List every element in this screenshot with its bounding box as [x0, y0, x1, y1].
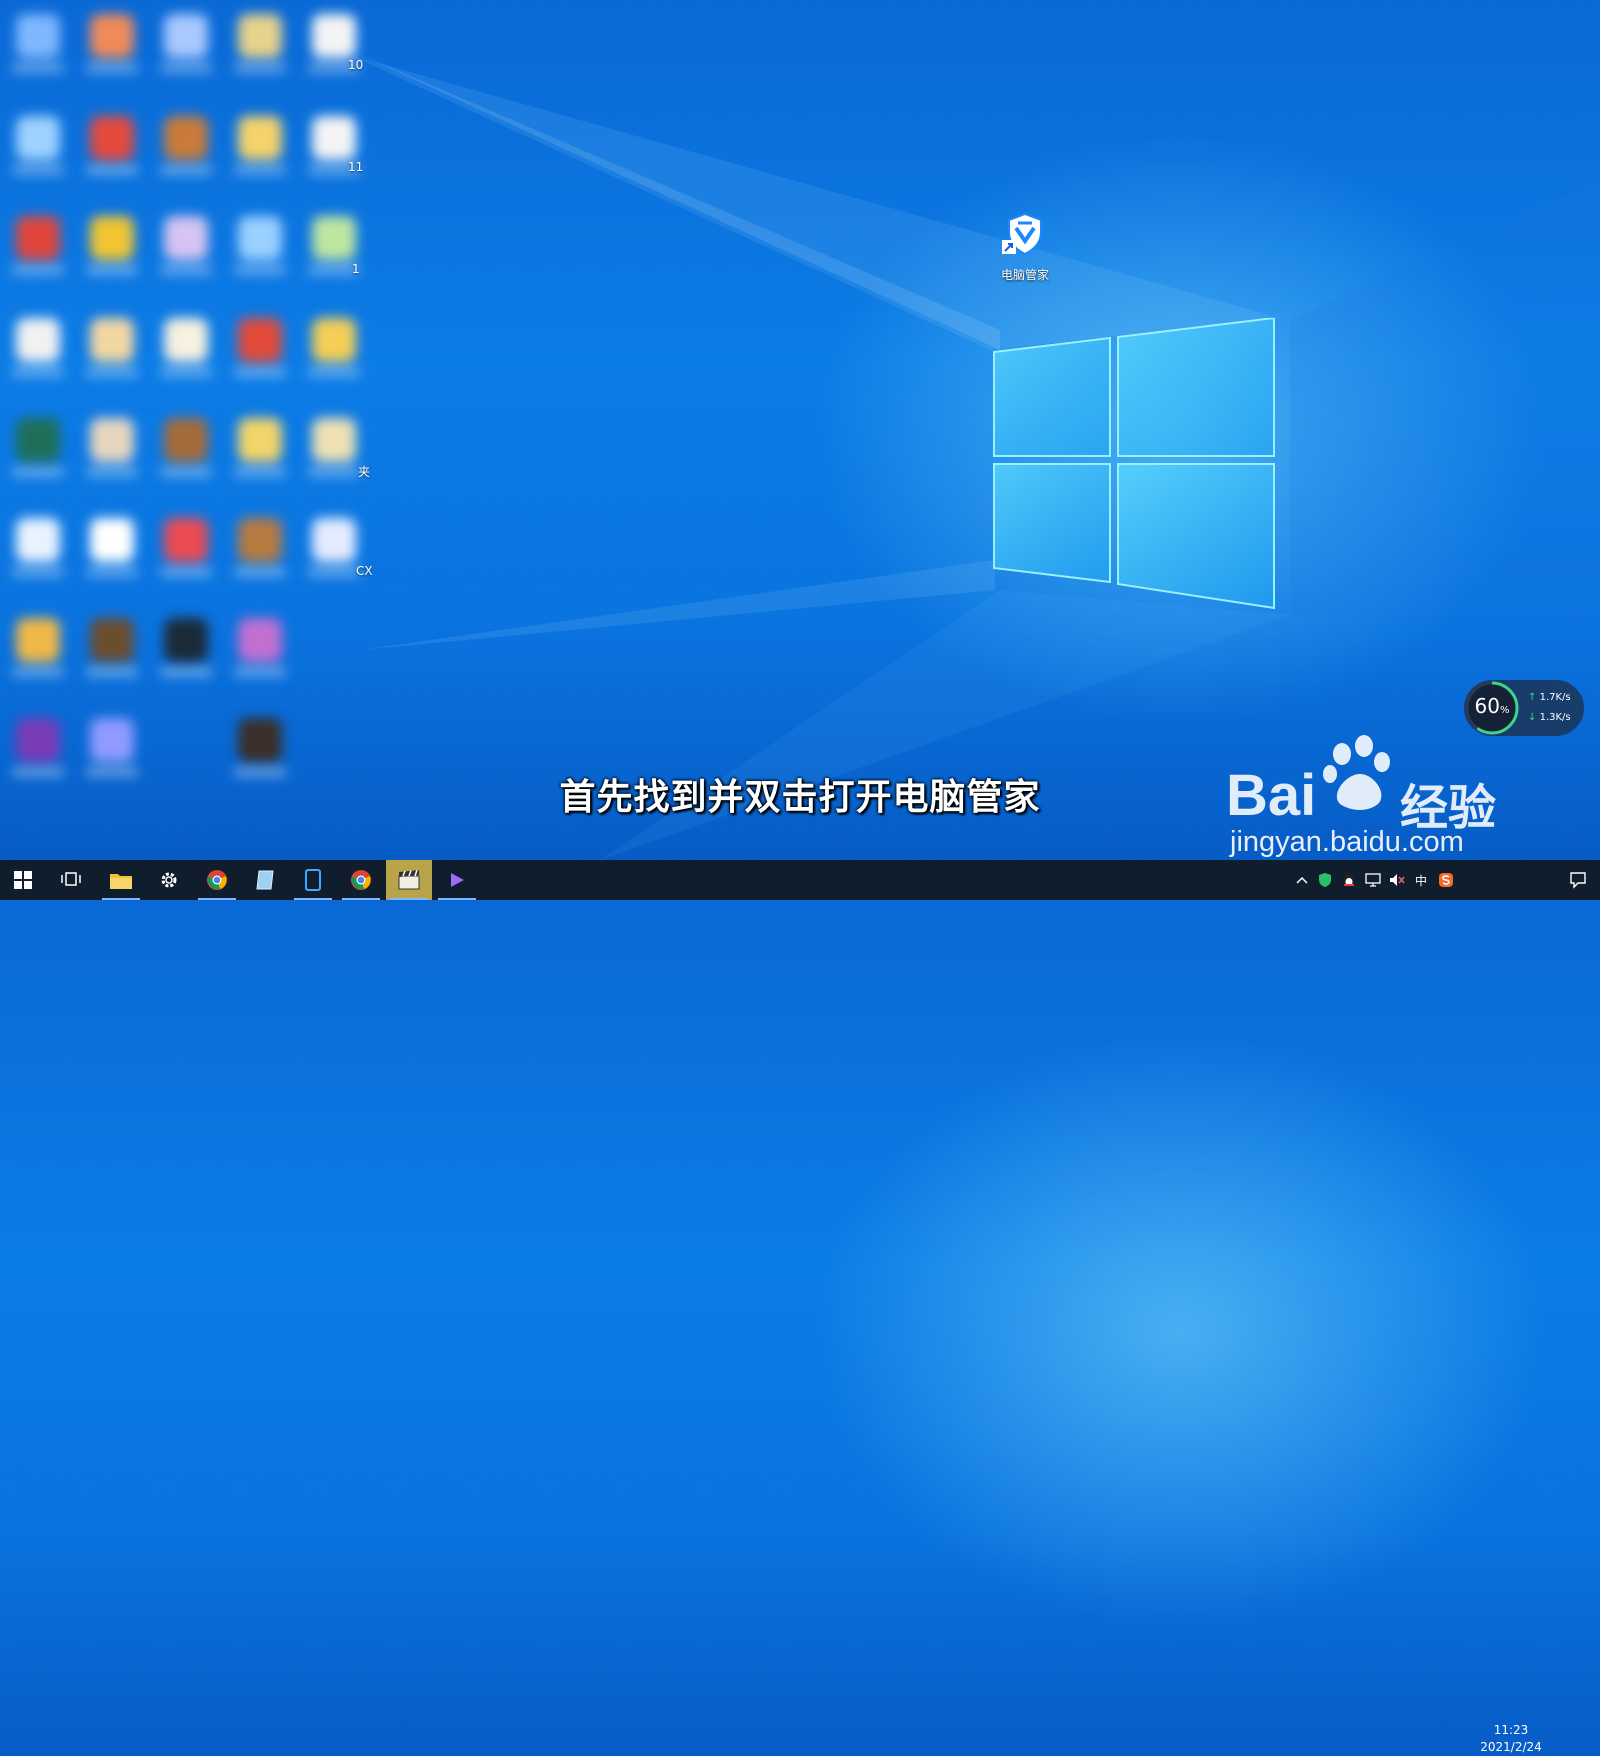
taskbar-file-explorer[interactable]: [98, 860, 144, 900]
media-player-icon: [451, 873, 464, 887]
desktop-icon[interactable]: [156, 210, 216, 290]
desktop-icon-label: 10: [348, 58, 364, 72]
desktop-icon[interactable]: [8, 110, 68, 190]
volume-muted-icon: [1390, 874, 1405, 886]
desktop-icon[interactable]: [156, 312, 216, 392]
desktop-icon[interactable]: [8, 8, 68, 88]
desktop-icon-label: 11: [348, 160, 364, 174]
baidu-paw-logo: [1323, 735, 1390, 810]
desktop-icon[interactable]: [230, 512, 290, 592]
notes-icon: [256, 870, 274, 890]
desktop-icon[interactable]: [8, 612, 68, 692]
desktop-icon[interactable]: [156, 412, 216, 492]
phone-icon: [305, 869, 321, 891]
desktop-icon[interactable]: [304, 312, 364, 392]
chevron-up-icon: [1296, 876, 1308, 884]
desktop-icon[interactable]: [304, 8, 364, 88]
start-button[interactable]: [0, 860, 46, 900]
desktop-icon[interactable]: [82, 210, 142, 290]
desktop-icon[interactable]: [82, 412, 142, 492]
desktop-icon[interactable]: [230, 8, 290, 88]
chrome-icon: [351, 870, 371, 890]
shortcut-label: 电脑管家: [1000, 268, 1049, 282]
download-speed: ↓ 1.3K/s: [1528, 712, 1571, 723]
desktop-icon[interactable]: [82, 612, 142, 692]
desktop-icon[interactable]: [304, 110, 364, 190]
chrome-icon: [207, 870, 227, 890]
tray-volume[interactable]: [1386, 860, 1408, 900]
baidu-jingyan-watermark: Bai 经验 jingyan.baidu.com: [1226, 734, 1516, 862]
clock-time: 11:23: [1493, 1723, 1529, 1737]
taskbar-notes[interactable]: [242, 860, 288, 900]
memory-usage-percent: 60%: [1474, 694, 1510, 718]
desktop-icon[interactable]: [8, 412, 68, 492]
desktop-icon[interactable]: [304, 512, 364, 592]
task-view-icon: [61, 872, 81, 886]
network-speed-widget[interactable]: 60% ↑ 1.7K/s ↓ 1.3K/s: [1464, 680, 1584, 736]
upload-speed: ↑ 1.7K/s: [1528, 692, 1571, 703]
desktop-icon[interactable]: [156, 512, 216, 592]
tray-pc-manager[interactable]: [1314, 860, 1336, 900]
desktop-icon-label: CX: [356, 564, 373, 578]
taskbar-settings[interactable]: [146, 860, 192, 900]
taskbar-chrome[interactable]: [194, 860, 240, 900]
shortcut-arrow-icon: [1002, 240, 1016, 254]
desktop-icon[interactable]: [230, 312, 290, 392]
desktop-icon[interactable]: [82, 512, 142, 592]
desktop-icon[interactable]: [156, 110, 216, 190]
action-center-button[interactable]: [1556, 860, 1600, 900]
desktop-icon[interactable]: [82, 312, 142, 392]
folder-icon: [110, 874, 132, 889]
gear-icon: [161, 872, 177, 888]
taskbar-media-player[interactable]: [434, 860, 480, 900]
taskbar-chrome-2[interactable]: [338, 860, 384, 900]
notification-icon: [1570, 872, 1586, 889]
watermark-url: jingyan.baidu.com: [1230, 826, 1464, 858]
task-view-button[interactable]: [48, 860, 94, 900]
desktop-icon[interactable]: [156, 8, 216, 88]
desktop-icon-label: 夹: [358, 465, 371, 479]
shield-icon: [1319, 873, 1331, 887]
desktop-icon[interactable]: [304, 412, 364, 492]
desktop-icon[interactable]: [8, 210, 68, 290]
desktop-icon[interactable]: [8, 312, 68, 392]
windows-logo-wallpaper: [993, 318, 1275, 610]
desktop-icon-label: 1: [352, 262, 360, 276]
tray-network[interactable]: [1362, 860, 1384, 900]
desktop-icon[interactable]: [230, 412, 290, 492]
taskbar: 中 11:23 2021/2/24: [0, 860, 1600, 1754]
windows-start-icon: [14, 871, 32, 889]
penguin-icon: [1344, 873, 1354, 887]
sogou-ime-icon: [1439, 873, 1453, 887]
desktop-icon[interactable]: [82, 110, 142, 190]
desktop-icon[interactable]: [8, 512, 68, 592]
desktop-icon[interactable]: [230, 110, 290, 190]
movie-maker-icon: [398, 869, 420, 890]
network-icon: [1365, 873, 1381, 887]
taskbar-clock[interactable]: 11:23 2021/2/24: [1466, 1722, 1556, 1756]
desktop-icon-grid: [0, 0, 370, 860]
desktop-icon[interactable]: [304, 210, 364, 290]
tray-overflow-button[interactable]: [1292, 860, 1312, 900]
tray-qq[interactable]: [1338, 860, 1360, 900]
taskbar-movie-maker[interactable]: [386, 860, 432, 900]
desktop-icon[interactable]: [82, 8, 142, 88]
watermark-brand: Bai: [1226, 763, 1317, 828]
clock-date: 2021/2/24: [1480, 1740, 1542, 1754]
desktop-icon[interactable]: [156, 612, 216, 692]
desktop-icon[interactable]: [230, 210, 290, 290]
tray-sogou[interactable]: [1434, 860, 1458, 900]
tray-input-method[interactable]: 中: [1410, 860, 1432, 900]
taskbar-phone[interactable]: [290, 860, 336, 900]
desktop-icon[interactable]: [230, 612, 290, 692]
pc-manager-shortcut[interactable]: 电脑管家: [980, 210, 1070, 286]
